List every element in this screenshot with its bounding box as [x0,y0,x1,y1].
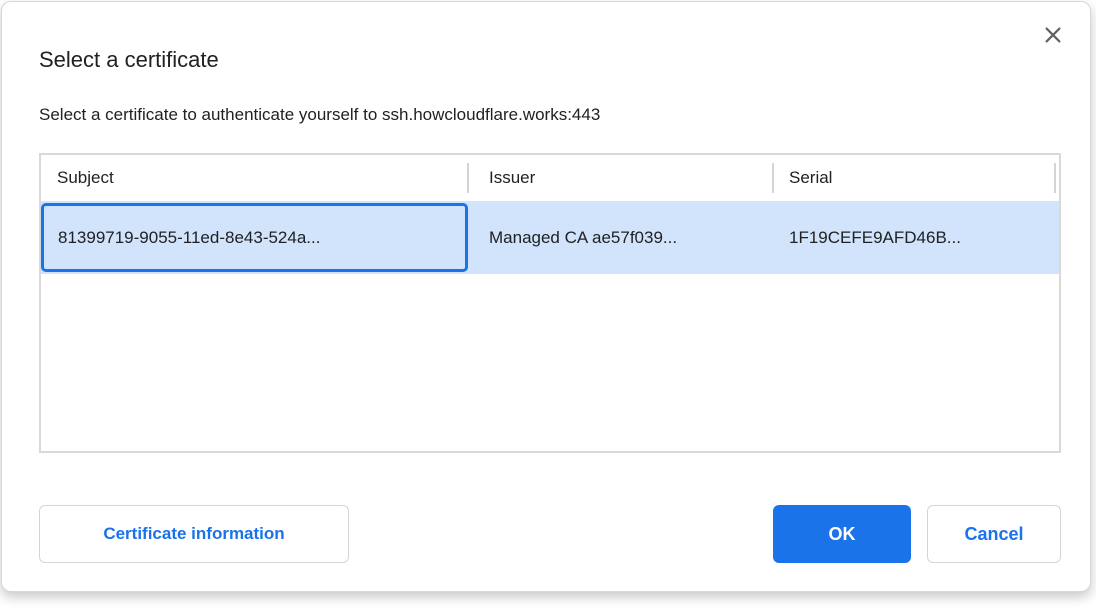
certificate-row-selected[interactable]: 81399719-9055-11ed-8e43-524a... Managed … [41,201,1059,274]
column-divider [1054,163,1056,193]
close-button[interactable] [1040,22,1066,48]
close-icon [1042,24,1064,46]
cancel-button[interactable]: Cancel [927,505,1061,563]
column-header-issuer: Issuer [489,168,535,188]
dialog-subtitle: Select a certificate to authenticate you… [39,105,600,125]
column-header-serial: Serial [789,168,832,188]
column-header-subject: Subject [57,168,114,188]
cell-issuer[interactable]: Managed CA ae57f039... [489,201,677,274]
certificate-table: Subject Issuer Serial 81399719-9055-11ed… [39,153,1061,453]
table-header-row: Subject Issuer Serial [41,155,1059,201]
cell-subject[interactable]: 81399719-9055-11ed-8e43-524a... [41,203,468,272]
column-divider [467,163,469,193]
dialog-title: Select a certificate [39,47,219,73]
cell-serial[interactable]: 1F19CEFE9AFD46B... [789,201,961,274]
ok-button[interactable]: OK [773,505,911,563]
certificate-select-dialog: Select a certificate Select a certificat… [1,1,1091,592]
column-divider [772,163,774,193]
certificate-information-button[interactable]: Certificate information [39,505,349,563]
